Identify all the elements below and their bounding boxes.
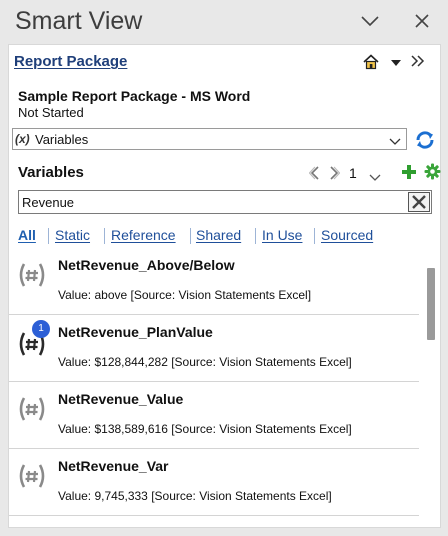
- smart-view-panel: Report Package Sample Report Package - M…: [8, 44, 441, 528]
- package-title: Sample Report Package - MS Word: [18, 88, 251, 104]
- view-select[interactable]: (x) Variables: [12, 128, 407, 150]
- filter-separator: [314, 228, 315, 244]
- variable-value: Value: $128,844,282 [Source: Vision Stat…: [58, 355, 352, 369]
- close-button[interactable]: [409, 8, 435, 34]
- chevron-down-icon: [389, 134, 401, 152]
- variable-name: NetRevenue_Var: [58, 458, 169, 474]
- variable-value: Value: 9,745,333 [Source: Vision Stateme…: [58, 489, 332, 503]
- header-menu-button[interactable]: [390, 56, 402, 74]
- filter-in-use[interactable]: In Use: [262, 227, 302, 243]
- variable-icon: [17, 396, 47, 427]
- list-item[interactable]: NetRevenue_Value Value: $138,589,616 [So…: [9, 382, 419, 449]
- chevron-right-icon: [330, 166, 341, 180]
- page-select-value: 1: [349, 165, 357, 181]
- variable-value: Value: $138,589,616 [Source: Vision Stat…: [58, 422, 352, 436]
- page-select[interactable]: 1: [345, 163, 383, 183]
- package-status: Not Started: [18, 105, 84, 120]
- list-item[interactable]: NetRevenue_Above/Below Value: above [Sou…: [9, 248, 419, 315]
- minimize-button[interactable]: [357, 8, 383, 34]
- list-item[interactable]: 1 NetRevenue_PlanValue Value: $128,844,2…: [9, 315, 419, 382]
- list-item[interactable]: NetRevenue_Var Value: 9,745,333 [Source:…: [9, 449, 419, 516]
- filter-separator: [190, 228, 191, 244]
- add-variable-button[interactable]: [401, 164, 417, 185]
- view-select-value: Variables: [35, 132, 89, 147]
- variable-list: NetRevenue_Above/Below Value: above [Sou…: [9, 248, 429, 528]
- scrollbar-thumb[interactable]: [427, 268, 435, 340]
- search-input[interactable]: [22, 193, 402, 211]
- close-icon: [415, 14, 429, 28]
- refresh-icon: [416, 131, 434, 149]
- variable-icon: [17, 262, 47, 293]
- section-title: Variables: [18, 164, 84, 181]
- gear-icon: [424, 163, 441, 180]
- filter-tabs: All Static Reference Shared In Use Sourc…: [18, 227, 438, 247]
- chevron-down-icon: [361, 16, 379, 27]
- pager: 1: [299, 163, 441, 185]
- dropdown-arrow-icon: [391, 60, 401, 66]
- search-box: [18, 190, 432, 214]
- variable-icon: [17, 463, 47, 494]
- filter-shared[interactable]: Shared: [196, 227, 241, 243]
- app-title: Smart View: [15, 7, 143, 35]
- chevron-left-icon: [308, 166, 319, 180]
- close-icon: [412, 195, 426, 209]
- scrollbar[interactable]: [427, 260, 435, 526]
- next-page-button[interactable]: [328, 166, 341, 185]
- expand-button[interactable]: [410, 54, 426, 73]
- filter-sourced[interactable]: Sourced: [321, 227, 373, 243]
- report-package-link[interactable]: Report Package: [14, 53, 127, 70]
- filter-separator: [255, 228, 256, 244]
- previous-page-button[interactable]: [308, 166, 321, 185]
- variable-name: NetRevenue_Above/Below: [58, 257, 235, 273]
- home-icon: [363, 54, 379, 70]
- home-button[interactable]: [362, 53, 380, 76]
- settings-button[interactable]: [424, 163, 441, 185]
- variable-name: NetRevenue_PlanValue: [58, 324, 213, 340]
- usage-count-badge: 1: [32, 320, 50, 338]
- filter-separator: [48, 228, 49, 244]
- plus-icon: [402, 165, 416, 179]
- variables-icon: (x): [15, 132, 30, 146]
- header-toolbar: [362, 53, 432, 71]
- clear-search-button[interactable]: [408, 192, 430, 212]
- filter-all[interactable]: All: [18, 227, 36, 243]
- variable-name: NetRevenue_Value: [58, 391, 184, 407]
- double-chevron-right-icon: [411, 55, 425, 67]
- filter-reference[interactable]: Reference: [111, 227, 176, 243]
- filter-static[interactable]: Static: [55, 227, 90, 243]
- filter-separator: [104, 228, 105, 244]
- title-bar: Smart View: [0, 0, 448, 44]
- refresh-button[interactable]: [414, 129, 436, 151]
- variable-value: Value: above [Source: Vision Statements …: [58, 288, 312, 302]
- chevron-down-icon: [369, 169, 381, 185]
